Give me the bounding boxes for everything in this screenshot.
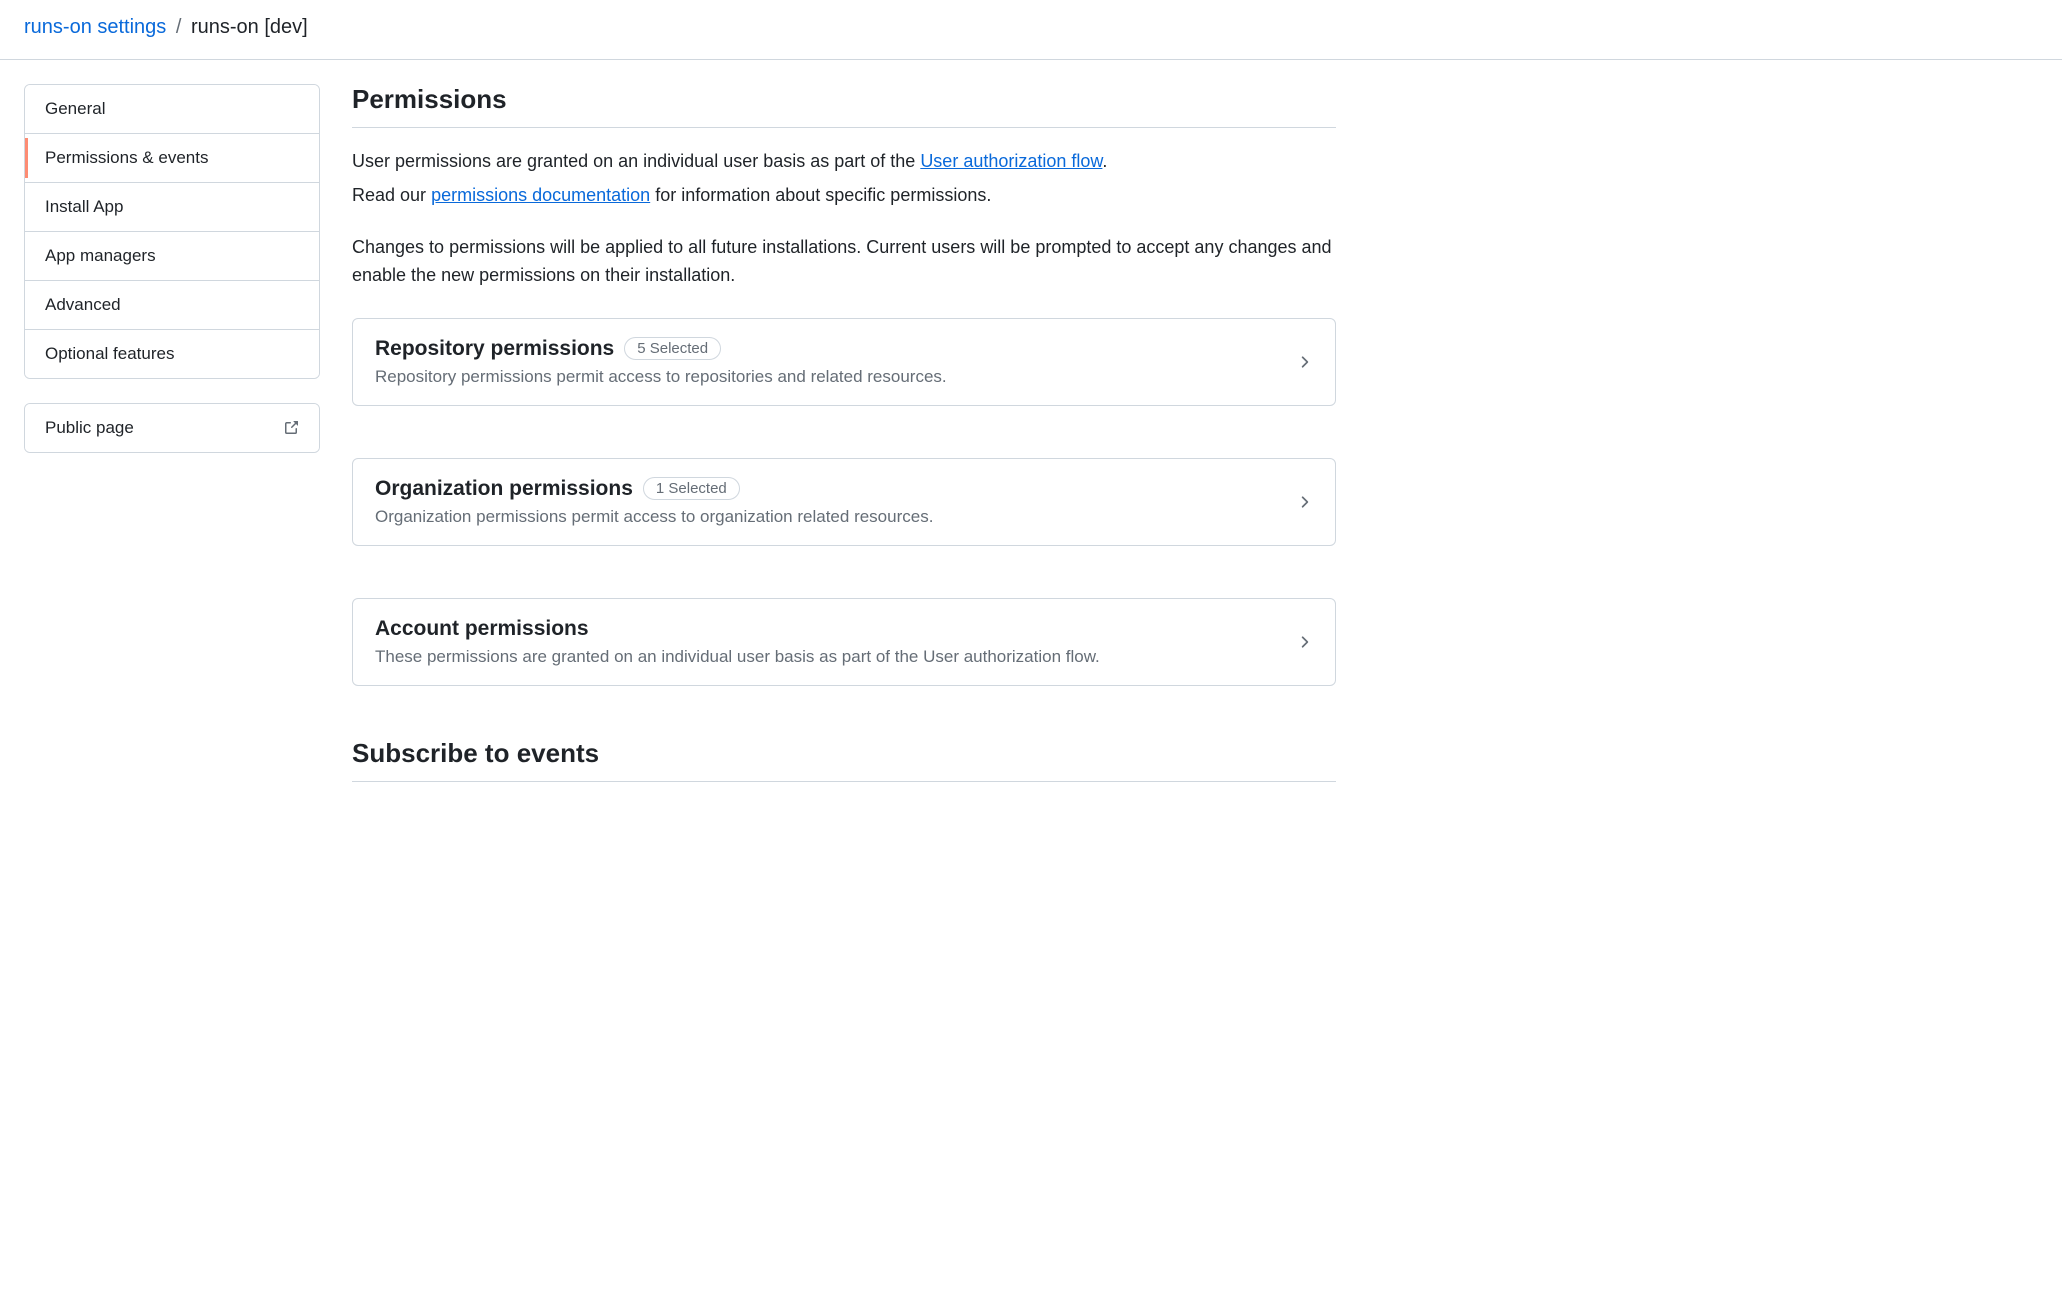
card-title: Account permissions <box>375 617 589 641</box>
card-description: Organization permissions permit access t… <box>375 507 933 527</box>
external-link-icon <box>283 420 299 436</box>
card-body: Repository permissions 5 Selected Reposi… <box>375 337 947 387</box>
sidebar-menu-secondary: Public page <box>24 403 320 453</box>
account-permissions-card[interactable]: Account permissions These permissions ar… <box>352 598 1336 686</box>
breadcrumb-separator: / <box>176 16 182 38</box>
selected-count-badge: 1 Selected <box>643 477 740 500</box>
sidebar-item-install-app[interactable]: Install App <box>25 183 319 232</box>
permissions-documentation-link[interactable]: permissions documentation <box>431 185 650 205</box>
repository-permissions-card[interactable]: Repository permissions 5 Selected Reposi… <box>352 318 1336 406</box>
sidebar-item-optional-features[interactable]: Optional features <box>25 330 319 378</box>
card-body: Organization permissions 1 Selected Orga… <box>375 477 933 527</box>
card-description: Repository permissions permit access to … <box>375 367 947 387</box>
selected-count-badge: 5 Selected <box>624 337 721 360</box>
intro-paragraph-1: User permissions are granted on an indiv… <box>352 148 1336 176</box>
main-content: Permissions User permissions are granted… <box>352 84 1336 802</box>
sidebar: General Permissions & events Install App… <box>24 84 320 802</box>
sidebar-item-public-page[interactable]: Public page <box>25 404 319 452</box>
card-title: Organization permissions <box>375 477 633 501</box>
chevron-right-icon <box>1295 353 1313 371</box>
chevron-right-icon <box>1295 493 1313 511</box>
intro-paragraph-2: Read our permissions documentation for i… <box>352 182 1336 210</box>
intro-text: User permissions are granted on an indiv… <box>352 148 1336 290</box>
card-title-row: Account permissions <box>375 617 1100 641</box>
card-title-row: Repository permissions 5 Selected <box>375 337 947 361</box>
sidebar-item-general[interactable]: General <box>25 85 319 134</box>
chevron-right-icon <box>1295 633 1313 651</box>
card-description: These permissions are granted on an indi… <box>375 647 1100 667</box>
sidebar-item-app-managers[interactable]: App managers <box>25 232 319 281</box>
card-title-row: Organization permissions 1 Selected <box>375 477 933 501</box>
card-title: Repository permissions <box>375 337 614 361</box>
breadcrumb: runs-on settings / runs-on [dev] <box>0 0 2062 60</box>
sidebar-item-permissions-events[interactable]: Permissions & events <box>25 134 319 183</box>
organization-permissions-card[interactable]: Organization permissions 1 Selected Orga… <box>352 458 1336 546</box>
card-body: Account permissions These permissions ar… <box>375 617 1100 667</box>
sidebar-menu: General Permissions & events Install App… <box>24 84 320 379</box>
page-title: Permissions <box>352 84 1336 128</box>
sidebar-item-advanced[interactable]: Advanced <box>25 281 319 330</box>
sidebar-item-label: Public page <box>45 418 134 438</box>
user-authorization-flow-link[interactable]: User authorization flow <box>920 151 1102 171</box>
breadcrumb-current: runs-on [dev] <box>191 16 308 38</box>
intro-paragraph-3: Changes to permissions will be applied t… <box>352 234 1336 290</box>
breadcrumb-parent-link[interactable]: runs-on settings <box>24 16 166 38</box>
events-section-title: Subscribe to events <box>352 738 1336 782</box>
